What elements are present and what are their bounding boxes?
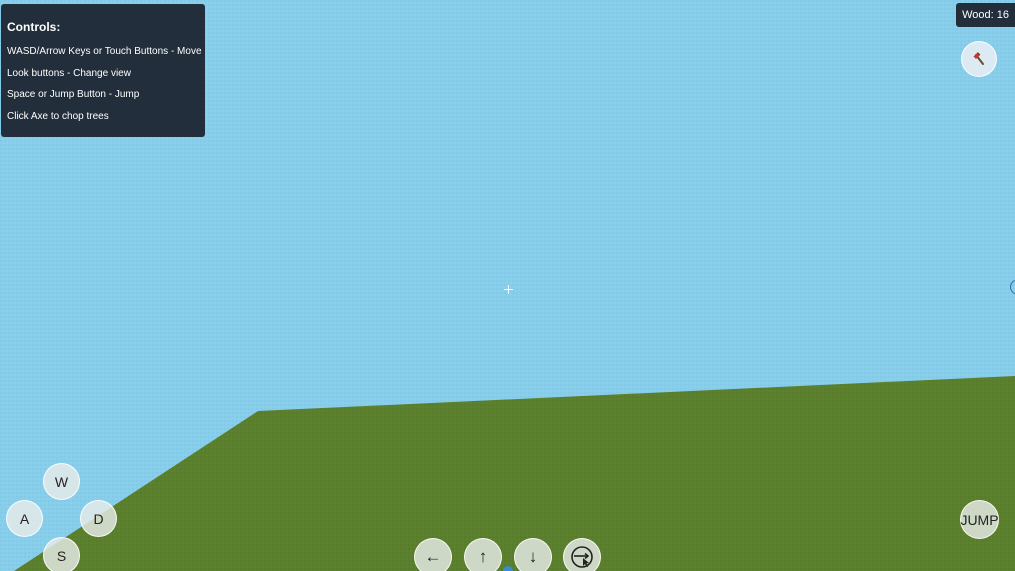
pointer-lock-button[interactable] (563, 538, 601, 571)
move-right-button[interactable]: D (80, 500, 117, 537)
controls-line-jump: Space or Jump Button - Jump (7, 89, 140, 100)
crosshair (504, 285, 513, 294)
controls-line-chop: Click Axe to chop trees (7, 110, 109, 122)
pointer-lock-icon (571, 546, 593, 568)
axe-button[interactable] (961, 41, 997, 77)
bottom-marker (503, 566, 513, 571)
controls-line-look: Look buttons - Change view (7, 67, 131, 79)
look-up-button[interactable]: ↑ (464, 538, 502, 571)
look-down-button[interactable]: ↓ (514, 538, 552, 571)
game-viewport[interactable]: Controls: WASD/Arrow Keys or Touch Butto… (0, 0, 1015, 571)
edge-marker (1010, 280, 1015, 294)
jump-button[interactable]: JUMP (960, 500, 999, 539)
move-forward-button[interactable]: W (43, 463, 80, 500)
move-left-button[interactable]: A (6, 500, 43, 537)
controls-line-move: WASD/Arrow Keys or Touch Buttons - Move (7, 46, 202, 57)
wood-counter: Wood: 16 (956, 3, 1015, 27)
look-left-button[interactable]: ← (414, 538, 452, 571)
controls-title: Controls: (7, 20, 61, 34)
move-back-button[interactable]: S (43, 537, 80, 571)
axe-icon (973, 52, 984, 65)
controls-panel: Controls: WASD/Arrow Keys or Touch Butto… (1, 4, 205, 137)
